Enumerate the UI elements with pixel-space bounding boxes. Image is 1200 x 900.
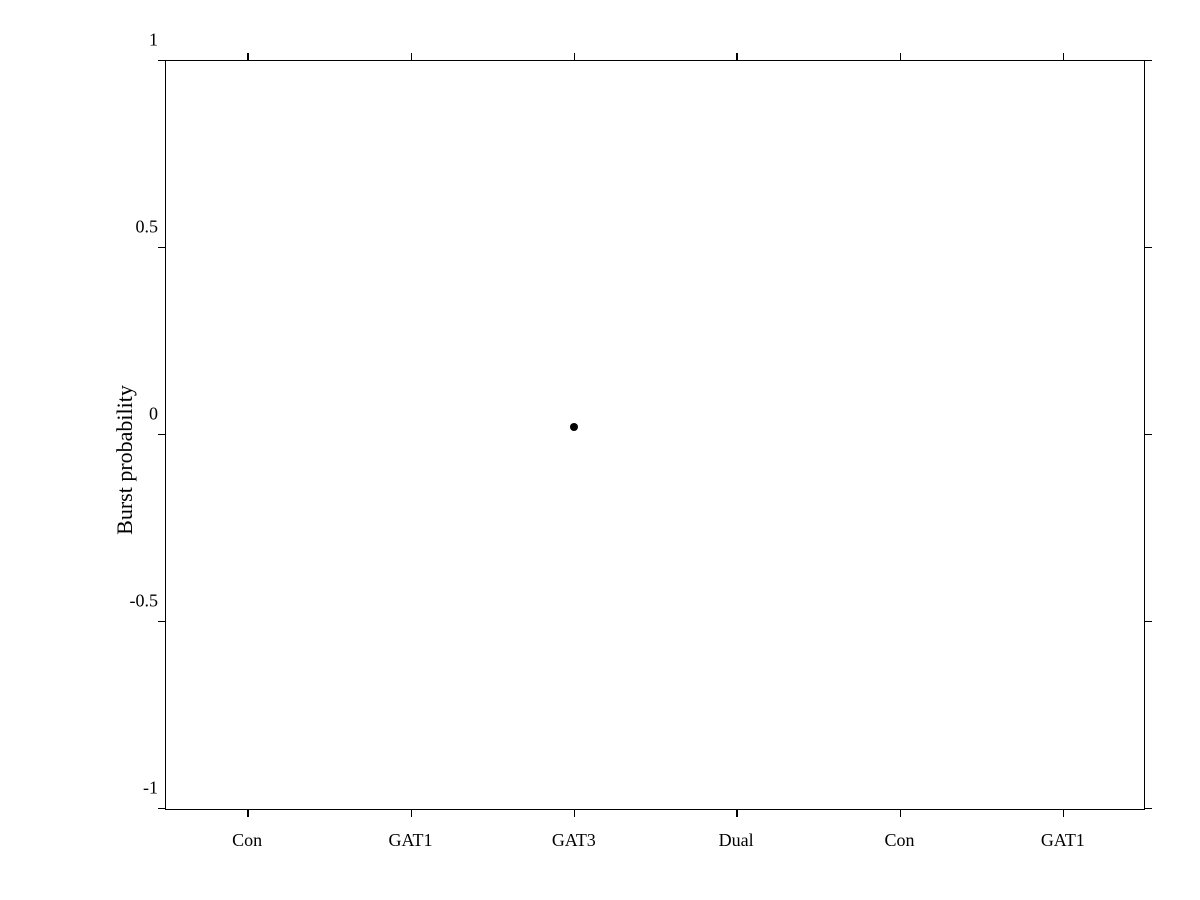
y-tick-label: 0.5: [136, 217, 167, 238]
y-tick-label: 0: [149, 404, 166, 425]
x-tick-label: Con: [232, 830, 262, 851]
y-tick-right: [158, 621, 166, 623]
x-tick: [574, 809, 576, 817]
x-tick-top: [411, 53, 413, 61]
y-tick-label: -0.5: [130, 591, 167, 612]
y-axis-label: Burst probability: [112, 385, 138, 535]
chart-wrapper: Burst probability 10.50-0.5-1ConGAT1GAT3…: [105, 50, 1155, 870]
x-tick-top: [1063, 53, 1065, 61]
x-tick: [1063, 809, 1065, 817]
x-tick-label: Dual: [719, 830, 754, 851]
x-tick-label: GAT1: [1041, 830, 1085, 851]
y-tick-right: [158, 60, 166, 62]
x-tick-label: Con: [884, 830, 914, 851]
x-tick-label: GAT3: [552, 830, 596, 851]
x-tick-top: [247, 53, 249, 61]
x-tick-top: [736, 53, 738, 61]
y-tick-right: [158, 247, 166, 249]
y-tick-label: 1: [149, 30, 166, 51]
y-tick: [1144, 434, 1152, 436]
data-point: [570, 423, 578, 431]
y-tick: [1144, 247, 1152, 249]
chart-container: Burst probability 10.50-0.5-1ConGAT1GAT3…: [0, 0, 1200, 900]
x-tick: [247, 809, 249, 817]
x-tick: [900, 809, 902, 817]
y-tick-label: -1: [143, 778, 166, 799]
y-tick-right: [158, 808, 166, 810]
x-tick-top: [900, 53, 902, 61]
plot-area: 10.50-0.5-1ConGAT1GAT3DualConGAT1: [165, 60, 1145, 810]
x-tick: [411, 809, 413, 817]
y-tick-right: [158, 434, 166, 436]
y-tick: [1144, 808, 1152, 810]
x-tick-label: GAT1: [389, 830, 433, 851]
x-tick-top: [574, 53, 576, 61]
x-tick: [736, 809, 738, 817]
y-tick: [1144, 60, 1152, 62]
y-tick: [1144, 621, 1152, 623]
